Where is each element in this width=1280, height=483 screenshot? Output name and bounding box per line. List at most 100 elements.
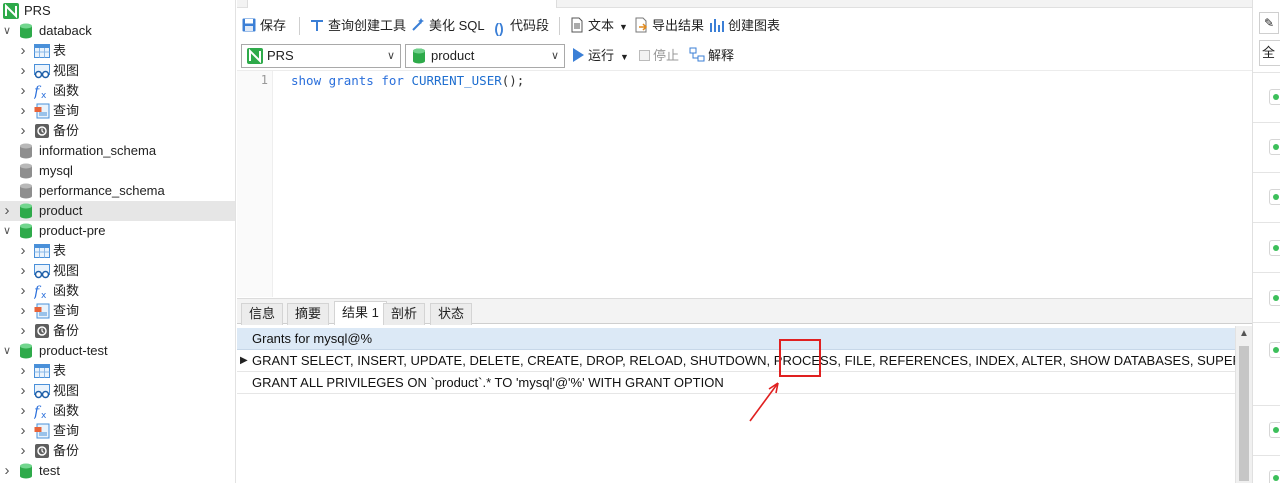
sidebar-item[interactable]: › 备份 (0, 321, 235, 341)
divider (1253, 172, 1280, 173)
sql-code-line[interactable]: show grants for CURRENT_USER(); (291, 73, 524, 88)
chevron-right-icon[interactable]: › (17, 241, 29, 261)
scroll-up-icon[interactable]: ▲ (1236, 328, 1252, 339)
sidebar-item[interactable]: › 查询 (0, 101, 235, 121)
filter-field[interactable]: 全部 (1259, 40, 1280, 66)
table-row[interactable]: GRANT ALL PRIVILEGES ON `product`.* TO '… (237, 372, 1235, 394)
chevron-right-icon[interactable]: › (17, 441, 29, 461)
toolbar-separator (299, 17, 300, 35)
chevron-right-icon[interactable]: › (17, 61, 29, 81)
panel-item[interactable] (1269, 290, 1280, 306)
sidebar-item-label: 表 (53, 363, 67, 378)
chevron-right-icon[interactable]: › (1, 461, 13, 481)
stop-button[interactable]: 停止 (639, 46, 679, 66)
chevron-right-icon[interactable]: › (17, 41, 29, 61)
chevron-down-icon[interactable]: ∨ (1, 221, 13, 241)
sidebar-item[interactable]: › test (0, 461, 235, 481)
sidebar-item[interactable]: ∨ product-test (0, 341, 235, 361)
chevron-right-icon[interactable]: › (1, 201, 13, 221)
sidebar-item[interactable]: › 视图 (0, 261, 235, 281)
panel-item[interactable] (1269, 139, 1280, 155)
sidebar-item[interactable]: mysql (0, 161, 235, 181)
chevron-right-icon[interactable]: › (17, 381, 29, 401)
chevron-right-icon[interactable]: › (17, 301, 29, 321)
sql-token: (); (501, 73, 525, 88)
chevron-right-icon[interactable]: › (17, 281, 29, 301)
chevron-right-icon[interactable]: › (17, 321, 29, 341)
code-snippet-button[interactable]: () 代码段 (491, 16, 549, 36)
sidebar-item[interactable]: › 查询 (0, 421, 235, 441)
sidebar-item[interactable]: ∨ product-pre (0, 221, 235, 241)
sidebar-item[interactable]: › 表 (0, 241, 235, 261)
query-icon (34, 303, 50, 319)
chevron-right-icon[interactable]: › (17, 261, 29, 281)
chevron-right-icon[interactable]: › (17, 401, 29, 421)
right-panel: ✎ 全部 (1252, 0, 1280, 483)
parentheses-icon: () (494, 20, 504, 36)
export-result-button[interactable]: 导出结果 (633, 16, 704, 36)
sidebar-item[interactable]: ∨ databack (0, 21, 235, 41)
sidebar-item[interactable]: information_schema (0, 141, 235, 161)
chevron-down-icon[interactable]: ∨ (1, 21, 13, 41)
create-chart-button[interactable]: 创建图表 (709, 16, 780, 36)
vertical-scrollbar[interactable]: ▲ (1235, 326, 1252, 483)
text-button[interactable]: 文本 ▼ (569, 16, 628, 36)
run-button[interactable]: 运行 ▼ (573, 46, 629, 66)
chevron-right-icon[interactable]: › (17, 101, 29, 121)
sidebar-item[interactable]: › 视图 (0, 61, 235, 81)
sidebar-item[interactable]: › 查询 (0, 301, 235, 321)
result-tab[interactable]: 结果 1 (334, 301, 387, 325)
result-tab[interactable]: 状态 (430, 303, 473, 325)
sidebar-item-label: test (39, 463, 60, 478)
chevron-right-icon[interactable]: › (17, 81, 29, 101)
result-tab[interactable]: 信息 (241, 303, 284, 325)
query-tab[interactable] (247, 0, 557, 8)
sql-editor[interactable]: 1 show grants for CURRENT_USER(); (237, 70, 1252, 297)
table-cell[interactable]: GRANT SELECT, INSERT, UPDATE, DELETE, CR… (252, 350, 1235, 371)
panel-item[interactable] (1269, 89, 1280, 105)
sidebar-item[interactable]: › 备份 (0, 121, 235, 141)
query-builder-button[interactable]: 查询创建工具 (309, 16, 406, 36)
code-snippet-label: 代码段 (510, 18, 550, 33)
database-value: product (431, 48, 475, 63)
beautify-sql-button[interactable]: 美化 SQL (410, 16, 485, 36)
sidebar-item[interactable]: › 备份 (0, 441, 235, 461)
chevron-down-icon[interactable]: ∨ (1, 341, 13, 361)
function-icon: fx (33, 403, 50, 421)
explain-button[interactable]: 解释 (689, 46, 734, 66)
panel-item[interactable] (1269, 240, 1280, 256)
sidebar-item-label: 查询 (53, 423, 80, 438)
sidebar-item[interactable]: › f x 函数 (0, 81, 235, 101)
grid-column-header[interactable]: Grants for mysql@% (237, 328, 1235, 350)
sidebar-item[interactable]: › f x 函数 (0, 401, 235, 421)
scrollbar-thumb[interactable] (1239, 346, 1249, 481)
connection-select[interactable]: PRS ∨ (241, 44, 401, 68)
result-tab[interactable]: 摘要 (287, 303, 330, 325)
table-row[interactable]: ▶ GRANT SELECT, INSERT, UPDATE, DELETE, … (237, 350, 1235, 372)
save-icon (242, 18, 256, 32)
sidebar-item[interactable]: › 表 (0, 361, 235, 381)
panel-item[interactable] (1269, 342, 1280, 358)
sidebar-item[interactable]: performance_schema (0, 181, 235, 201)
divider (1253, 455, 1280, 456)
database-select[interactable]: product ∨ (405, 44, 565, 68)
result-tab[interactable]: 剖析 (383, 303, 426, 325)
chevron-right-icon[interactable]: › (17, 421, 29, 441)
sidebar-item[interactable]: › 表 (0, 41, 235, 61)
chevron-right-icon[interactable]: › (17, 121, 29, 141)
sidebar-item-label: databack (39, 23, 92, 38)
save-label: 保存 (260, 18, 287, 33)
sidebar-item[interactable]: › f x 函数 (0, 281, 235, 301)
chevron-right-icon[interactable]: › (17, 361, 29, 381)
panel-item[interactable] (1269, 470, 1280, 483)
connection-icon (247, 48, 263, 64)
save-button[interactable]: 保存 (241, 16, 286, 36)
sidebar-item[interactable]: › product (0, 201, 235, 221)
table-cell[interactable]: GRANT ALL PRIVILEGES ON `product`.* TO '… (252, 372, 724, 393)
panel-item[interactable] (1269, 422, 1280, 438)
sidebar-item[interactable]: PRS (0, 1, 235, 21)
table-icon (34, 43, 50, 59)
edit-icon[interactable]: ✎ (1259, 12, 1279, 34)
panel-item[interactable] (1269, 189, 1280, 205)
sidebar-item[interactable]: › 视图 (0, 381, 235, 401)
